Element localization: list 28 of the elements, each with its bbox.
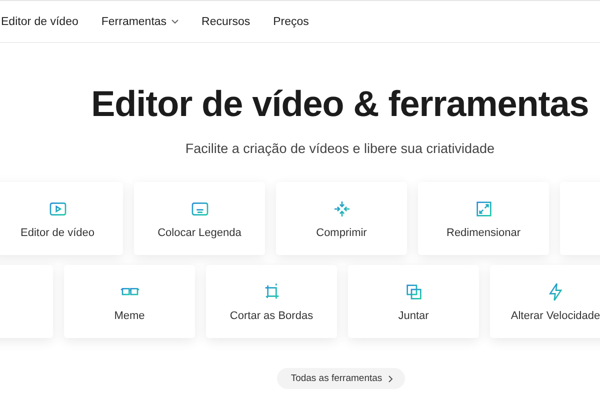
overlap-icon (404, 282, 424, 302)
tool-label: Cortar as Bordas (230, 310, 314, 322)
nav-link[interactable]: Preços (273, 16, 309, 28)
chevron-down-icon (170, 19, 179, 24)
tool-card[interactable]: Alterar Velocidade (490, 265, 600, 338)
tool-card[interactable]: Colocar Legenda (134, 182, 265, 255)
resize-icon (474, 198, 494, 218)
tool-card[interactable]: Meme (64, 265, 195, 338)
page-subtitle: Facilite a criação de vídeos e libere sua criatividade (184, 141, 496, 156)
nav-link[interactable]: Ferramentas (101, 16, 179, 28)
tool-label: Colocar Legenda (158, 226, 242, 238)
chevron-right-icon (388, 374, 394, 382)
tool-card[interactable]: Redimensionar (418, 182, 549, 255)
tool-card[interactable]: Juntar (348, 265, 479, 338)
tool-label: Editor de vídeo (20, 226, 94, 238)
tool-label: Juntar (398, 310, 429, 322)
nav-link[interactable]: Editor de vídeo (1, 16, 78, 28)
all-tools-button[interactable]: Todas as ferramentas (276, 368, 406, 389)
nav-link[interactable]: Recursos (202, 16, 250, 28)
tool-card[interactable]: Editor de vídeo (0, 182, 123, 255)
compress-icon (332, 198, 352, 218)
tool-card[interactable]: Comprimir (276, 182, 407, 255)
tool-label: Redimensionar (446, 226, 520, 238)
tool-label: Alterar Velocidade (510, 310, 600, 322)
tool-label: Meme (114, 310, 145, 322)
page-title: Editor de vídeo & ferramentas (90, 83, 590, 125)
tool-label: Comprimir (316, 226, 367, 238)
tool-card[interactable]: Cortar as Bordas (206, 265, 337, 338)
